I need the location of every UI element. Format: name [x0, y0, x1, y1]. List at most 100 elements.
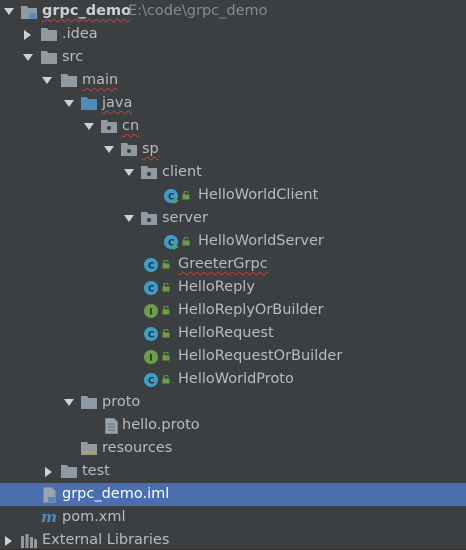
- lock-icon: [182, 184, 190, 207]
- libraries-icon: [20, 529, 38, 550]
- tree-row-grpc-demo[interactable]: grpc_demo E:\code\grpc_demo: [0, 0, 466, 23]
- class-label: HelloRequest: [178, 325, 274, 341]
- class-label: HelloReply: [178, 279, 255, 295]
- folder-icon: [40, 23, 58, 46]
- class-label: GreeterGrpc: [178, 256, 268, 272]
- package-label: sp: [142, 141, 159, 157]
- class-icon: C: [142, 253, 160, 276]
- interface-label: HelloReplyOrBuilder: [178, 302, 324, 318]
- tree-row-idea[interactable]: .idea: [0, 23, 466, 46]
- tree-row-hello-request[interactable]: C HelloRequest: [0, 322, 466, 345]
- libraries-label: External Libraries: [42, 532, 170, 548]
- tree-row-resources[interactable]: resources: [0, 437, 466, 460]
- project-name: grpc_demo: [42, 3, 132, 19]
- svg-text:I: I: [149, 353, 152, 363]
- svg-text:C: C: [148, 376, 155, 386]
- tree-row-server[interactable]: server: [0, 207, 466, 230]
- folder-label: proto: [102, 394, 141, 410]
- tree-row-proto[interactable]: proto: [0, 391, 466, 414]
- svg-text:I: I: [149, 307, 152, 317]
- folder-icon: [60, 460, 78, 483]
- chevron-right-icon[interactable]: [43, 460, 55, 483]
- folder-icon: [40, 46, 58, 69]
- tree-row-test[interactable]: test: [0, 460, 466, 483]
- package-icon: [120, 138, 138, 161]
- interface-label: HelloRequestOrBuilder: [178, 348, 343, 364]
- chevron-down-icon[interactable]: [63, 391, 75, 414]
- tree-row-src[interactable]: src: [0, 46, 466, 69]
- chevron-right-icon[interactable]: [22, 23, 34, 46]
- maven-icon: m: [41, 508, 57, 526]
- lock-icon: [162, 322, 170, 345]
- folder-label: java: [102, 95, 133, 111]
- source-root-icon: [80, 92, 98, 115]
- lock-icon: [162, 368, 170, 391]
- class-label: HelloWorldProto: [178, 371, 294, 387]
- chevron-down-icon[interactable]: [63, 92, 75, 115]
- package-icon: [100, 115, 118, 138]
- tree-row-external-libraries[interactable]: External Libraries: [0, 529, 466, 550]
- project-tree: grpc_demo E:\code\grpc_demo .idea src ma…: [0, 0, 466, 550]
- folder-label: resources: [102, 440, 173, 456]
- package-label: client: [162, 164, 202, 180]
- runnable-class-icon: C: [162, 230, 180, 253]
- class-label: HelloWorldClient: [198, 187, 319, 203]
- package-label: server: [162, 210, 208, 226]
- tree-row-main[interactable]: main: [0, 69, 466, 92]
- module-folder-icon: [20, 0, 38, 23]
- svg-text:C: C: [148, 284, 155, 294]
- chevron-down-icon[interactable]: [123, 207, 135, 230]
- chevron-down-icon[interactable]: [123, 161, 135, 184]
- tree-row-hello-reply-or-builder[interactable]: I HelloReplyOrBuilder: [0, 299, 466, 322]
- tree-row-grpc-demo-iml[interactable]: grpc_demo.iml: [0, 483, 466, 506]
- project-path: E:\code\grpc_demo: [128, 3, 268, 19]
- tree-row-greeter-grpc[interactable]: C GreeterGrpc: [0, 253, 466, 276]
- svg-text:C: C: [148, 330, 155, 340]
- chevron-down-icon[interactable]: [3, 0, 15, 23]
- folder-icon: [80, 391, 98, 414]
- tree-row-java[interactable]: java: [0, 92, 466, 115]
- folder-label: main: [82, 72, 119, 88]
- resources-folder-icon: [80, 437, 98, 460]
- lock-icon: [162, 253, 170, 276]
- chevron-right-icon[interactable]: [3, 529, 15, 550]
- tree-row-client[interactable]: client: [0, 161, 466, 184]
- folder-label: test: [82, 463, 110, 479]
- chevron-down-icon[interactable]: [103, 138, 115, 161]
- tree-row-pom-xml[interactable]: m pom.xml: [0, 506, 466, 529]
- class-icon: C: [142, 368, 160, 391]
- chevron-down-icon[interactable]: [83, 115, 95, 138]
- tree-row-hello-proto[interactable]: hello.proto: [0, 414, 466, 437]
- tree-row-hello-reply[interactable]: C HelloReply: [0, 276, 466, 299]
- lock-icon: [182, 230, 190, 253]
- folder-icon: [60, 69, 78, 92]
- svg-text:C: C: [148, 261, 155, 271]
- chevron-down-icon[interactable]: [41, 69, 53, 92]
- package-icon: [140, 207, 158, 230]
- package-icon: [140, 161, 158, 184]
- class-icon: C: [142, 276, 160, 299]
- tree-row-hello-world-server[interactable]: C HelloWorldServer: [0, 230, 466, 253]
- tree-row-hello-world-client[interactable]: C HelloWorldClient: [0, 184, 466, 207]
- module-file-icon: [40, 483, 58, 506]
- tree-row-hello-request-or-builder[interactable]: I HelloRequestOrBuilder: [0, 345, 466, 368]
- class-icon: C: [142, 322, 160, 345]
- package-label: cn: [122, 118, 140, 134]
- folder-label: src: [62, 49, 84, 65]
- interface-icon: I: [142, 345, 160, 368]
- runnable-class-icon: C: [162, 184, 180, 207]
- file-icon: [102, 414, 120, 437]
- lock-icon: [162, 299, 170, 322]
- lock-icon: [162, 276, 170, 299]
- chevron-down-icon[interactable]: [22, 46, 34, 69]
- tree-row-hello-world-proto[interactable]: C HelloWorldProto: [0, 368, 466, 391]
- tree-row-sp[interactable]: sp: [0, 138, 466, 161]
- tree-row-cn[interactable]: cn: [0, 115, 466, 138]
- lock-icon: [162, 345, 170, 368]
- folder-label: .idea: [62, 26, 98, 42]
- file-label: pom.xml: [62, 509, 126, 525]
- class-label: HelloWorldServer: [198, 233, 324, 249]
- file-label: grpc_demo.iml: [62, 486, 170, 502]
- file-label: hello.proto: [122, 417, 200, 433]
- interface-icon: I: [142, 299, 160, 322]
